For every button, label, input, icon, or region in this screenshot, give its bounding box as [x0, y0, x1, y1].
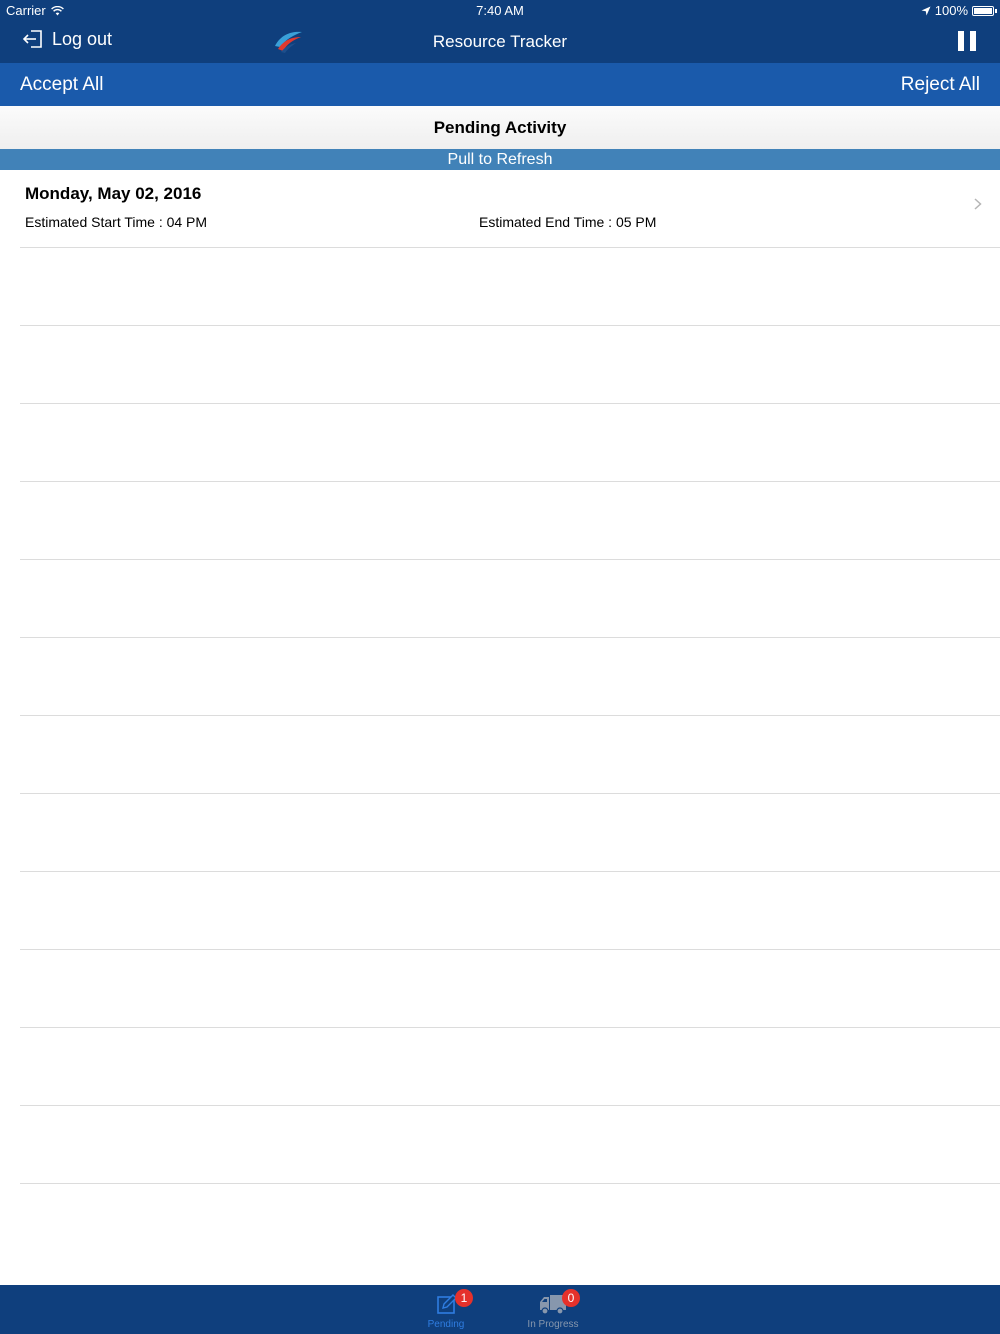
pending-badge: 1 [455, 1289, 473, 1307]
navigation-bar: Log out Resource Tracker [0, 20, 1000, 63]
empty-row [20, 872, 1000, 950]
empty-row [20, 482, 1000, 560]
empty-row [20, 794, 1000, 872]
status-bar: Carrier 7:40 AM 100% [0, 0, 1000, 20]
activity-row[interactable]: Monday, May 02, 2016 Estimated Start Tim… [20, 170, 1000, 248]
reject-all-button[interactable]: Reject All [901, 74, 980, 96]
accept-all-button[interactable]: Accept All [20, 74, 103, 96]
status-right: 100% [921, 3, 997, 18]
chevron-right-icon [974, 198, 982, 210]
tab-pending[interactable]: 1 Pending [401, 1285, 491, 1334]
page-title: Resource Tracker [432, 32, 568, 51]
action-bar: Accept All Reject All [0, 63, 1000, 106]
empty-row [20, 248, 1000, 326]
tab-in-progress-label: In Progress [527, 1319, 579, 1330]
tab-bar: 1 Pending 0 In Progress [0, 1285, 1000, 1334]
empty-row [20, 1106, 1000, 1184]
empty-row [20, 1028, 1000, 1106]
status-time: 7:40 AM [476, 3, 524, 18]
empty-row [20, 950, 1000, 1028]
empty-row [20, 716, 1000, 794]
activity-list[interactable]: Monday, May 02, 2016 Estimated Start Tim… [0, 170, 1000, 1184]
activity-date: Monday, May 02, 2016 [25, 184, 202, 203]
pull-to-refresh-bar: Pull to Refresh [0, 149, 1000, 170]
estimated-end-time: Estimated End Time : 05 PM [479, 214, 657, 230]
location-arrow-icon [921, 6, 931, 15]
battery-icon [972, 5, 997, 16]
tab-pending-label: Pending [427, 1319, 465, 1330]
tab-in-progress[interactable]: 0 In Progress [508, 1285, 598, 1334]
pause-icon-bar-right [970, 31, 976, 51]
pause-icon-bar-left [958, 31, 964, 51]
in-progress-badge: 0 [562, 1289, 580, 1307]
estimated-start-time: Estimated Start Time : 04 PM [25, 214, 208, 230]
battery-percent: 100% [934, 3, 968, 18]
empty-row [20, 560, 1000, 638]
section-title: Pending Activity [0, 106, 1000, 149]
pause-button[interactable] [958, 31, 976, 51]
empty-row [20, 638, 1000, 716]
empty-row [20, 404, 1000, 482]
empty-row [20, 326, 1000, 404]
